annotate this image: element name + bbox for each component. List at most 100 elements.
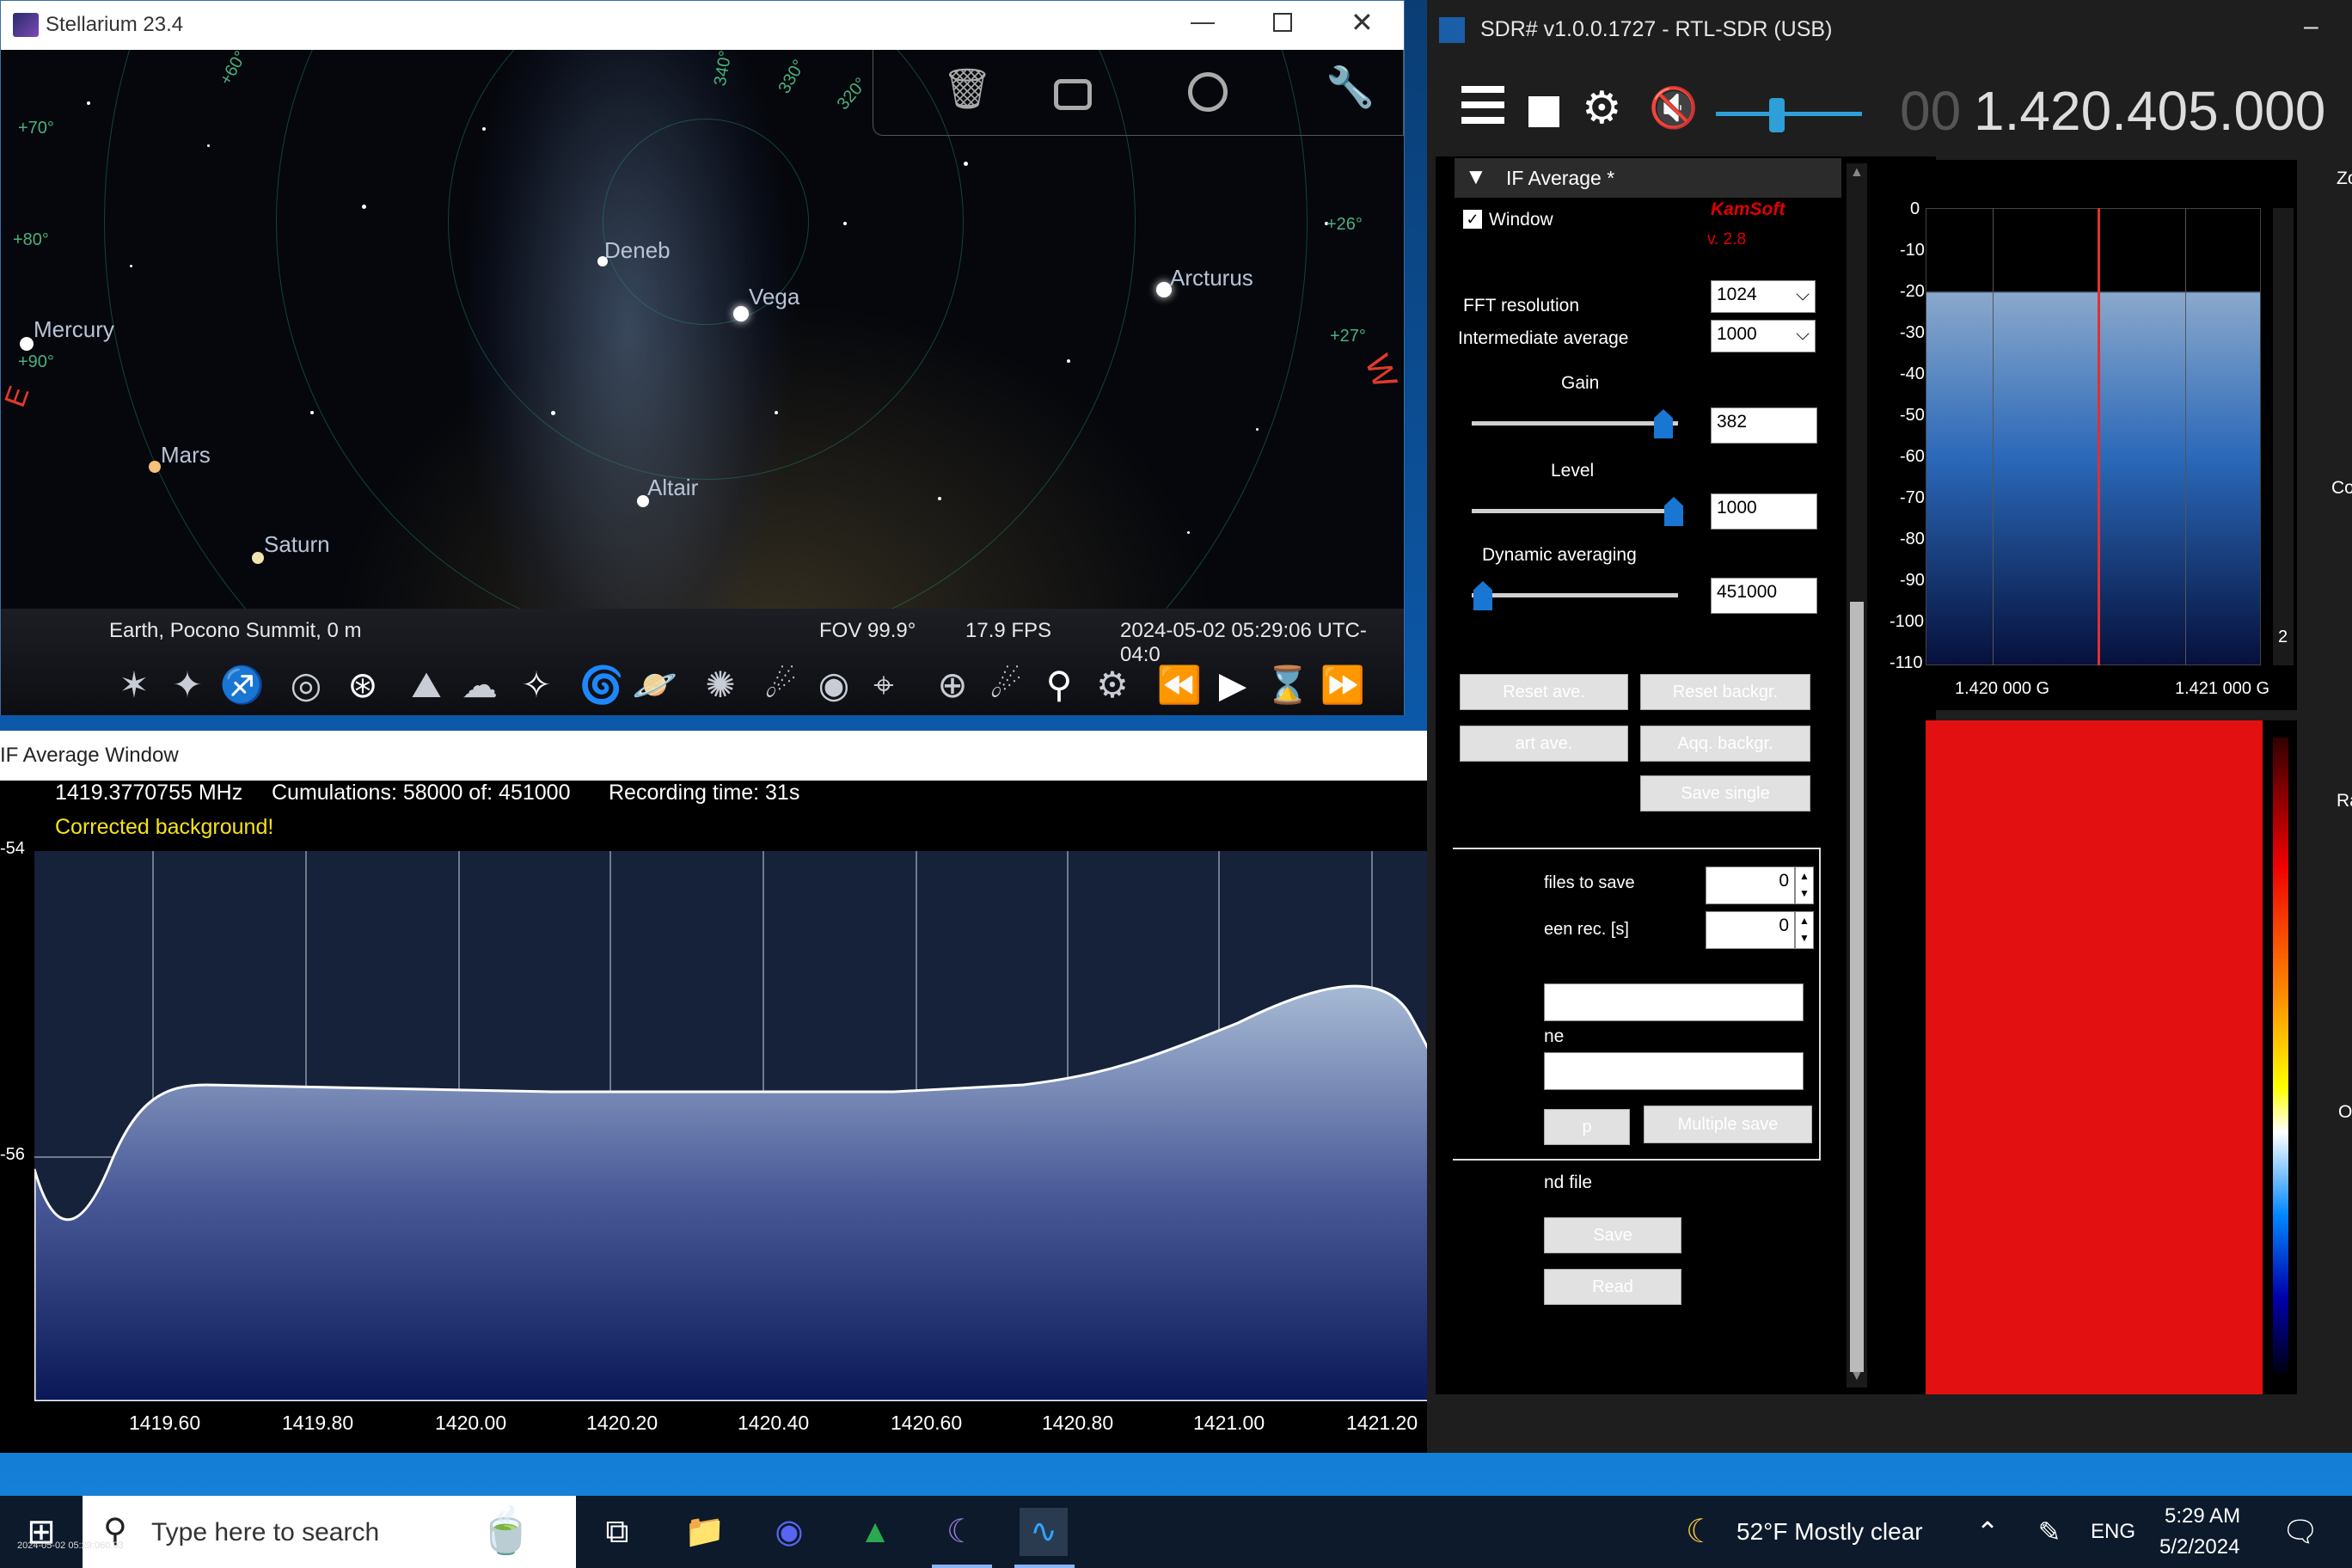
discord-icon[interactable]: ◉ xyxy=(765,1508,813,1556)
gain-input[interactable]: 382 xyxy=(1711,407,1817,444)
taskbar-search-box[interactable]: ⚲ Type here to search 🍵 xyxy=(83,1496,576,1568)
weather-text[interactable]: 52°F Mostly clear xyxy=(1736,1518,1923,1546)
meteor-icon[interactable]: ☄ xyxy=(757,662,804,708)
azimuthal-grid-icon[interactable]: ⊛ xyxy=(340,662,386,708)
notification-icon[interactable]: 🗨 xyxy=(2276,1508,2324,1556)
wrench-icon[interactable]: 🔧 xyxy=(1326,64,1375,111)
target-icon[interactable] xyxy=(1188,72,1228,112)
files-spinner[interactable]: ▲ ▼ xyxy=(1795,867,1814,904)
intermediate-average-select[interactable]: 1000 ⌵ xyxy=(1711,320,1816,352)
sdr-minimize-icon[interactable]: – xyxy=(2304,12,2318,41)
language-indicator[interactable]: ENG xyxy=(2091,1520,2135,1544)
fft-resolution-select[interactable]: 1024 ⌵ xyxy=(1711,280,1816,313)
fast-forward-icon[interactable]: ⏩ xyxy=(1320,662,1366,708)
comet-icon[interactable]: ☄ xyxy=(983,662,1029,708)
cardinal-points-icon[interactable]: ✧ xyxy=(513,662,560,708)
satellites-icon[interactable]: ✺ xyxy=(697,662,744,708)
scroll-up-icon[interactable]: ▲ xyxy=(1850,165,1864,181)
waterfall-display[interactable] xyxy=(1876,720,2297,1394)
start-ave-button[interactable]: art ave. xyxy=(1460,726,1628,762)
pen-icon[interactable]: ✎ xyxy=(2025,1508,2073,1556)
stellarium-taskbar-icon[interactable]: ☾ xyxy=(937,1508,985,1556)
star xyxy=(938,497,941,500)
files-to-save-label: files to save xyxy=(1544,873,1635,892)
planet-mercury[interactable] xyxy=(20,337,34,351)
mute-icon[interactable]: 🔇 xyxy=(1649,84,1698,132)
spectrum-analyzer[interactable]: 2 xyxy=(1876,160,2297,710)
now-icon[interactable]: ⌛ xyxy=(1265,662,1311,708)
volume-slider[interactable] xyxy=(1716,112,1862,116)
nebula-icon[interactable]: 🌀 xyxy=(579,662,625,708)
close-icon[interactable]: ✕ xyxy=(1351,6,1374,39)
planet-mars[interactable] xyxy=(149,461,161,473)
filename-input-1[interactable] xyxy=(1544,983,1804,1021)
maximize-icon[interactable] xyxy=(1273,13,1292,32)
dynamic-averaging-slider[interactable] xyxy=(1472,593,1678,597)
clock-date[interactable]: 5/2/2024 xyxy=(2159,1535,2239,1559)
filename-input-2[interactable] xyxy=(1544,1052,1804,1090)
clock-time[interactable]: 5:29 AM xyxy=(2165,1504,2240,1528)
scroll-thumb[interactable] xyxy=(1850,602,1864,1372)
aqq-backgr-button[interactable]: Aqq. backgr. xyxy=(1640,726,1810,762)
multiple-save-button[interactable]: Multiple save xyxy=(1644,1106,1812,1143)
level-input[interactable]: 1000 xyxy=(1711,493,1817,530)
save-single-button[interactable]: Save single xyxy=(1640,775,1810,812)
search-highlight-icon[interactable]: 🍵 xyxy=(478,1504,534,1557)
stellarium-titlebar[interactable]: Stellarium 23.4 — ✕ xyxy=(1,1,1404,50)
settings-gear-icon[interactable]: ⚙ xyxy=(1582,83,1622,134)
label-altair: Altair xyxy=(647,475,699,500)
search-icon[interactable]: ⚲ xyxy=(1036,662,1082,708)
equatorial-grid-icon[interactable]: ◎ xyxy=(283,662,329,708)
satellite-dish-icon[interactable]: ⚙ xyxy=(1089,662,1136,708)
minimize-icon[interactable]: — xyxy=(1191,8,1215,35)
sdrsharp-window[interactable]: SDR# v1.0.0.1727 - RTL-SDR (USB) – ⚙ 🔇 0… xyxy=(1427,0,2352,1453)
window-checkbox[interactable]: ✓ xyxy=(1463,210,1482,229)
eye-icon[interactable]: ◉ xyxy=(811,662,857,708)
exoplanet-icon[interactable]: ⊕ xyxy=(929,662,976,708)
read-button[interactable]: Read xyxy=(1544,1269,1681,1305)
reset-ave-button[interactable]: Reset ave. xyxy=(1460,674,1628,710)
between-spinner[interactable]: ▲ ▼ xyxy=(1795,911,1814,949)
collapse-icon[interactable]: ▼ xyxy=(1465,163,1487,190)
if-average-plot[interactable] xyxy=(34,851,1496,1401)
file-explorer-icon[interactable]: 📁 xyxy=(681,1508,729,1556)
chevron-up-icon[interactable]: ⌃ xyxy=(1963,1508,2012,1556)
constellation-art-icon[interactable]: ♐ xyxy=(219,662,266,708)
telescope-icon[interactable]: ⌖ xyxy=(861,662,907,708)
window-icon[interactable] xyxy=(1054,79,1092,110)
stellarium-window[interactable]: Stellarium 23.4 — ✕ Deneb Vega Arcturus … xyxy=(0,0,1405,715)
gain-slider[interactable] xyxy=(1472,421,1678,426)
atmosphere-icon[interactable]: ☁ xyxy=(456,662,503,708)
scroll-down-icon[interactable]: ▼ xyxy=(1850,1369,1864,1384)
planet-saturn[interactable] xyxy=(252,552,264,564)
rewind-icon[interactable]: ⏪ xyxy=(1156,662,1203,708)
between-rec-input[interactable]: 0 xyxy=(1706,911,1795,949)
stop-icon[interactable] xyxy=(1528,96,1559,127)
constellation-lines-icon[interactable]: ✶ xyxy=(111,662,157,708)
if-average-titlebar[interactable]: IF Average Window xyxy=(0,731,1546,781)
volume-thumb[interactable] xyxy=(1769,98,1785,132)
dynamic-averaging-input[interactable]: 451000 xyxy=(1711,578,1817,614)
task-view-icon[interactable]: ⧉ xyxy=(593,1508,641,1556)
planets-icon[interactable]: 🪐 xyxy=(632,662,678,708)
trash-icon[interactable]: 🗑 xyxy=(942,65,992,113)
star-vega[interactable] xyxy=(733,306,749,322)
if-average-window[interactable]: IF Average Window 1419.3770755 MHz Cumul… xyxy=(0,731,1546,1453)
constellation-labels-icon[interactable]: ✦ xyxy=(164,662,211,708)
frequency-display[interactable]: 1.420.405.000 xyxy=(1974,79,2325,143)
ground-icon[interactable]: ⛰ xyxy=(403,662,450,708)
intermediate-average-label: Intermediate average xyxy=(1458,328,1629,348)
level-slider[interactable] xyxy=(1472,509,1678,513)
label-mercury: Mercury xyxy=(34,316,114,342)
save-button[interactable]: Save xyxy=(1544,1217,1681,1253)
reset-backgr-button[interactable]: Reset backgr. xyxy=(1640,674,1810,710)
google-drive-icon[interactable]: ▲ xyxy=(851,1508,899,1556)
sdrsharp-taskbar-icon[interactable]: ∿ xyxy=(1020,1508,1068,1556)
stop-button[interactable]: p xyxy=(1544,1109,1630,1145)
waterfall-signal xyxy=(1926,720,2263,1394)
play-icon[interactable]: ▶ xyxy=(1210,662,1256,708)
files-to-save-input[interactable]: 0 xyxy=(1706,867,1795,904)
weather-moon-icon[interactable]: ☾ xyxy=(1676,1508,1724,1556)
waterfall-color-scale xyxy=(2273,738,2288,1374)
sdr-titlebar[interactable]: SDR# v1.0.0.1727 - RTL-SDR (USB) – xyxy=(1427,0,2352,60)
